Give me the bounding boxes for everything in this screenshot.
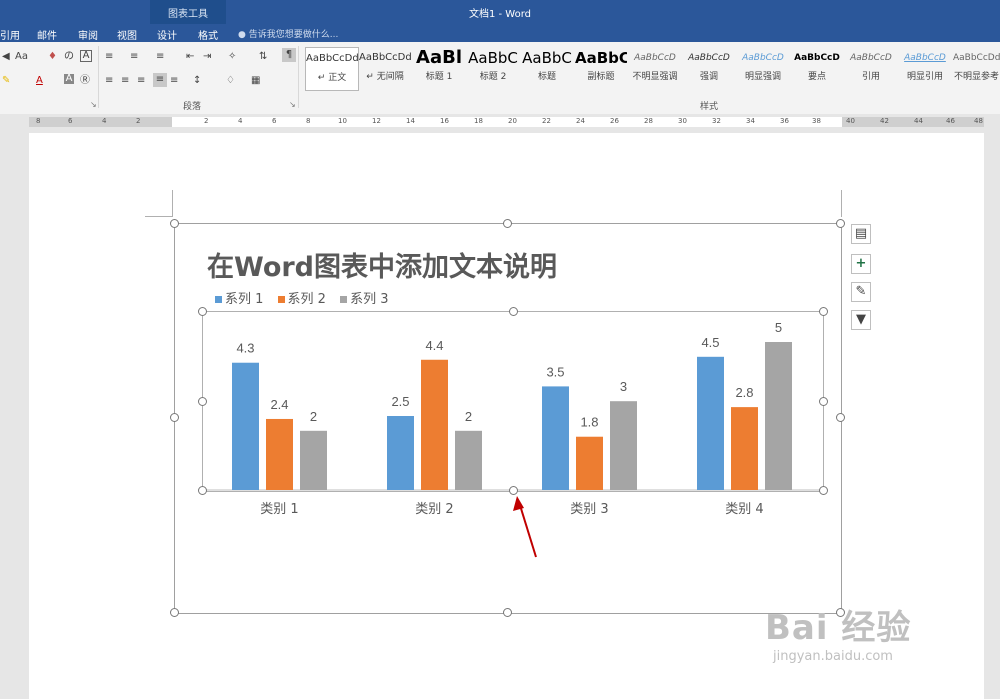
plot-resize-handle[interactable] <box>819 307 828 316</box>
baidu-watermark: Bai 经验 jingyan.baidu.com <box>765 600 911 664</box>
plot-resize-handle[interactable] <box>509 307 518 316</box>
data-label[interactable]: 2.5 <box>391 394 409 409</box>
plot-resize-handle[interactable] <box>509 486 518 495</box>
plot-resize-handle[interactable] <box>198 307 207 316</box>
add-chart-element-icon[interactable]: + <box>851 254 871 274</box>
bar-series-1-category-1[interactable] <box>232 362 259 490</box>
layout-options-icon[interactable]: ▤ <box>851 224 871 244</box>
bar-series-3-category-4[interactable] <box>765 342 792 490</box>
data-label[interactable]: 4.5 <box>701 335 719 350</box>
watermark-url: jingyan.baidu.com <box>773 649 893 664</box>
data-label[interactable]: 2 <box>465 409 472 424</box>
bar-series-3-category-1[interactable] <box>300 430 327 490</box>
data-label[interactable]: 3.5 <box>546 364 564 379</box>
chart-filter-icon[interactable]: ▼ <box>851 310 871 330</box>
data-label[interactable]: 1.8 <box>580 415 598 430</box>
plot-resize-handle[interactable] <box>819 486 828 495</box>
bar-series-2-category-2[interactable] <box>421 359 448 490</box>
resize-handle[interactable] <box>503 608 512 617</box>
resize-handle[interactable] <box>170 413 179 422</box>
bar-series-1-category-4[interactable] <box>697 356 724 490</box>
resize-handle[interactable] <box>836 413 845 422</box>
category-tick-label[interactable]: 类别 3 <box>570 502 608 517</box>
data-label[interactable]: 4.3 <box>236 341 254 356</box>
category-tick-label[interactable]: 类别 1 <box>260 502 298 517</box>
chart-svg: 4.3 2.4 2 类别 1 2.5 4.4 2 类别 2 3.5 1.8 3 类别 3 4.5 2.8 5… <box>202 320 822 558</box>
data-label[interactable]: 2.8 <box>735 385 753 400</box>
annotation-arrow-icon <box>518 501 537 558</box>
resize-handle[interactable] <box>170 608 179 617</box>
bar-series-3-category-2[interactable] <box>455 430 482 490</box>
watermark-logo: Bai 经验 <box>765 608 912 648</box>
plot-resize-handle[interactable] <box>198 397 207 406</box>
plot-resize-handle[interactable] <box>819 397 828 406</box>
bar-series-1-category-2[interactable] <box>387 416 414 490</box>
category-tick-label[interactable]: 类别 4 <box>725 502 763 517</box>
resize-handle[interactable] <box>503 219 512 228</box>
bar-series-2-category-4[interactable] <box>731 407 758 490</box>
bar-series-3-category-3[interactable] <box>610 401 637 490</box>
data-label[interactable]: 2 <box>310 409 317 424</box>
plot-resize-handle[interactable] <box>198 486 207 495</box>
data-label[interactable]: 2.4 <box>270 397 288 412</box>
category-tick-label[interactable]: 类别 2 <box>415 502 453 517</box>
resize-handle[interactable] <box>836 219 845 228</box>
bar-series-2-category-1[interactable] <box>266 418 293 490</box>
arrow-head-icon <box>513 496 524 511</box>
bar-series-1-category-3[interactable] <box>542 386 569 490</box>
data-label[interactable]: 3 <box>620 379 627 394</box>
resize-handle[interactable] <box>170 219 179 228</box>
data-label[interactable]: 5 <box>775 320 782 335</box>
data-label[interactable]: 4.4 <box>425 338 443 353</box>
bar-series-2-category-3[interactable] <box>576 436 603 490</box>
chart-styles-icon[interactable]: ✎ <box>851 282 871 302</box>
